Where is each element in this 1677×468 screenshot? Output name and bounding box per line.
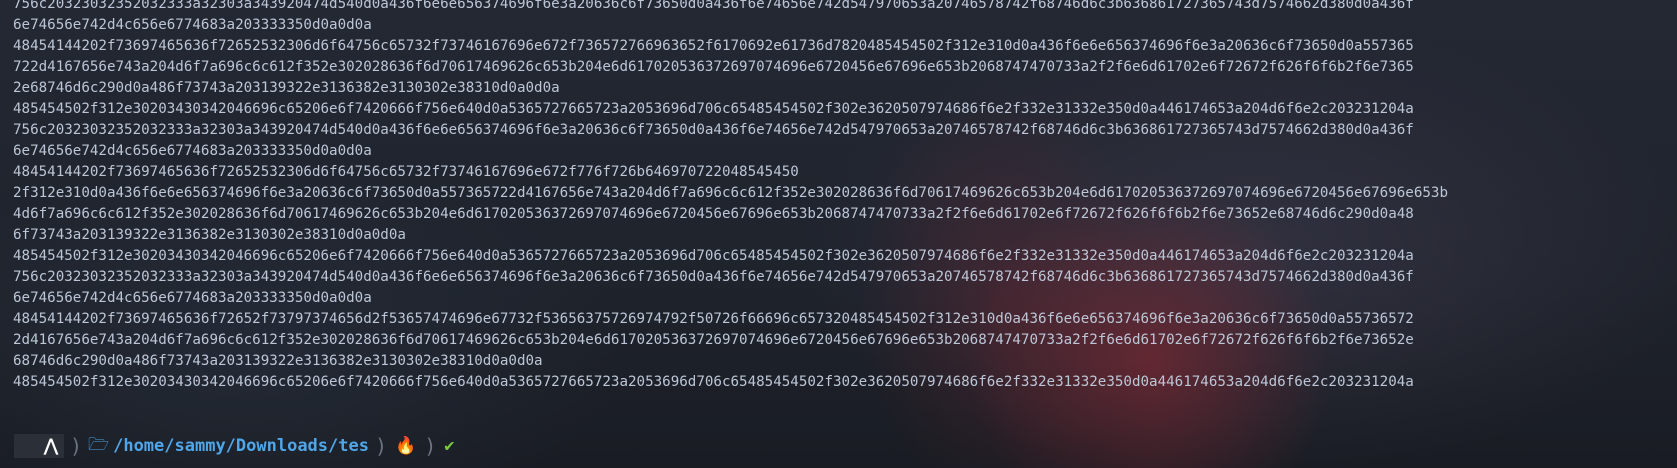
output-line: 756c20323032352032333a32303a343920474d54… (13, 122, 1414, 138)
output-line: 2f312e310d0a436f6e6e656374696f6e3a20636c… (13, 185, 1448, 201)
output-line: 6e74656e742d4c656e6774683a203333350d0a0d… (13, 290, 372, 306)
output-line: 485454502f312e30203430342046696c65206e6f… (13, 248, 1414, 264)
fire-icon: 🔥 (395, 436, 417, 456)
folder-icon: 🗁 (88, 434, 110, 455)
terminal-output: 756c20323032352032333a32303a343920474d54… (0, 0, 1677, 393)
output-line: 2d4167656e743a204d6f7a696c6c612f352e3020… (13, 332, 1414, 348)
arch-linux-icon: ⋀ (44, 436, 58, 456)
prompt-separator: ) (374, 434, 388, 458)
output-line: 756c20323032352032333a32303a343920474d54… (13, 0, 1414, 12)
prompt-separator: ) (69, 434, 82, 458)
prompt-separator: ) (424, 434, 437, 458)
output-line: 6f73743a203139322e3136382e3130302e38310d… (13, 227, 406, 243)
output-line: 485454502f312e30203430342046696c65206e6f… (13, 374, 1414, 390)
output-line: 756c20323032352032333a32303a343920474d54… (13, 269, 1414, 285)
current-directory: /home/sammy/Downloads/tes (113, 436, 369, 456)
output-line: 48454144202f73697465636f72652f7379737465… (13, 311, 1414, 327)
output-line: 48454144202f73697465636f72652532306d6f64… (13, 38, 1414, 54)
output-line: 722d4167656e743a204d6f7a696c6c612f352e30… (13, 59, 1414, 75)
output-line: 4d6f7a696c6c612f352e302028636f6d70617469… (13, 206, 1414, 222)
shell-prompt[interactable]: ⋀ ) 🗁 /home/sammy/Downloads/tes ) 🔥 ) ✔ (14, 434, 454, 458)
output-line: 6e74656e742d4c656e6774683a203333350d0a0d… (13, 143, 372, 159)
output-line: 485454502f312e30203430342046696c65206e6f… (13, 101, 1414, 117)
output-line: 68746d6c290d0a486f73743a203139322e313638… (13, 353, 543, 369)
status-check-icon: ✔ (444, 436, 455, 456)
prompt-os-segment: ⋀ (14, 434, 64, 458)
output-line: 2e68746d6c290d0a486f73743a203139322e3136… (13, 80, 560, 96)
output-line: 48454144202f73697465636f72652532306d6f64… (13, 164, 799, 180)
output-line: 6e74656e742d4c656e6774683a203333350d0a0d… (13, 17, 372, 33)
